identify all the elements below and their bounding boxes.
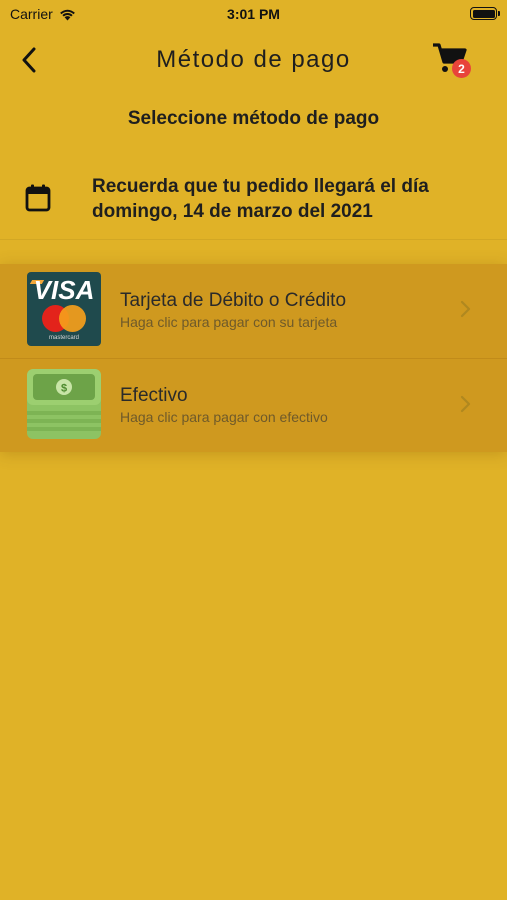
payment-option-card[interactable]: VISA mastercard Tarjeta de Débito o Créd… [0,264,507,358]
payment-method-screen: Carrier 3:01 PM Método de pago 2 Selecci… [0,0,507,900]
delivery-message: Recuerda que tu pedido llegará el día do… [92,176,429,222]
mastercard-logo-text: mastercard [48,335,79,341]
dollar-symbol: $ [61,383,67,395]
visa-logo-text: VISA [33,275,95,305]
chevron-right-icon [460,395,471,413]
calendar-icon [25,184,51,212]
page-title: Método de pago [156,46,351,73]
payment-option-cash[interactable]: $ Efectivo Haga clic para pagar con efec… [0,358,507,452]
battery-icon [470,7,500,20]
delivery-date-notice: Recuerda que tu pedido llegará el día do… [0,170,507,240]
visa-mastercard-card-icon: VISA mastercard [27,272,101,346]
payment-methods-list: VISA mastercard Tarjeta de Débito o Créd… [0,264,507,452]
section-title: Seleccione método de pago [127,108,380,129]
payment-option-name: Tarjeta de Débito o Crédito [120,290,347,311]
navigation-bar: Método de pago 2 [0,36,507,86]
payment-option-description: Haga clic para pagar con efectivo [120,409,328,425]
chevron-right-icon [460,300,471,318]
status-time: 3:01 PM [227,6,280,22]
cart-button[interactable]: 2 [432,42,472,80]
payment-option-name: Efectivo [120,385,188,406]
status-bar: Carrier 3:01 PM [0,0,507,28]
cart-count-badge: 2 [452,59,471,78]
cash-bills-icon: $ [27,367,101,441]
payment-option-description: Haga clic para pagar con su tarjeta [120,314,338,330]
